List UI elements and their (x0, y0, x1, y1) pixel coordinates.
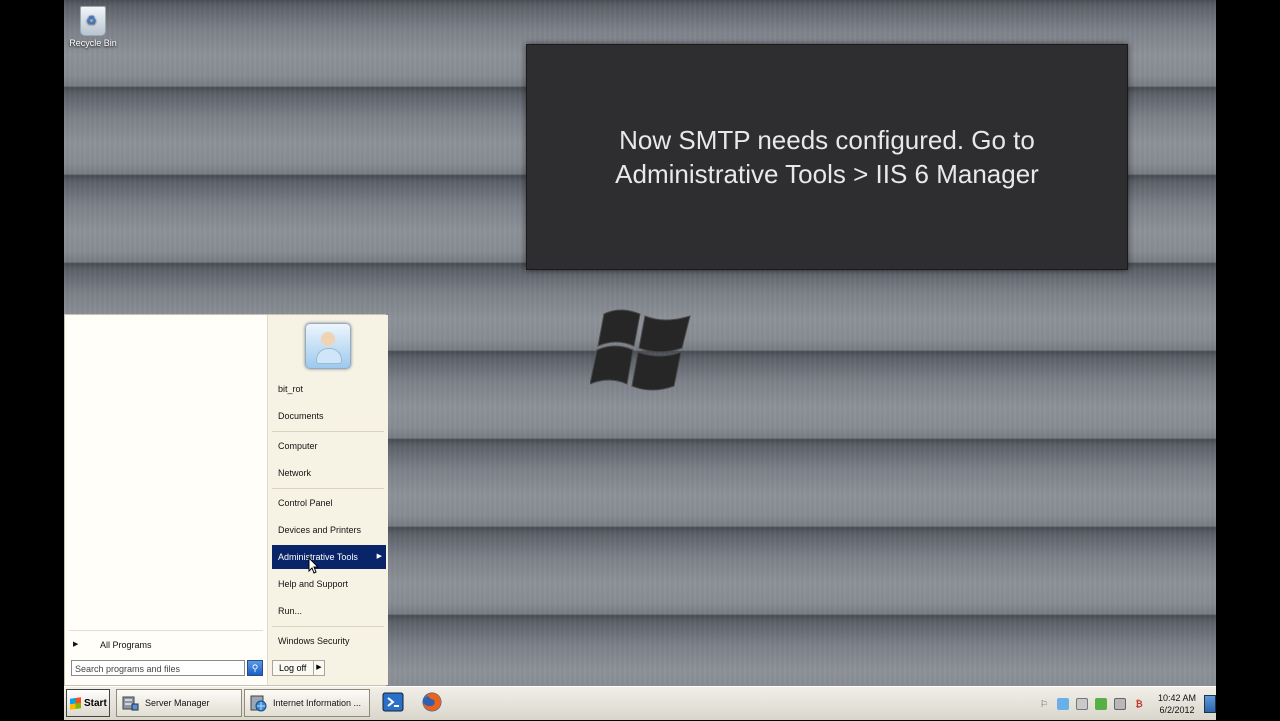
firefox-icon[interactable] (421, 691, 443, 713)
menu-divider (272, 488, 384, 489)
caption-line-2: Administrative Tools > IIS 6 Manager (615, 159, 1039, 189)
user-avatar[interactable] (305, 323, 351, 369)
submenu-arrow-icon: ▶ (376, 553, 382, 560)
programs-divider (69, 630, 263, 631)
recycle-bin-shortcut[interactable]: Recycle Bin (64, 4, 122, 48)
expand-arrow-icon: ▶ (73, 641, 79, 648)
mouse-cursor-icon (308, 557, 320, 574)
system-clock[interactable]: 10:42 AM 6/2/2012 (1156, 692, 1198, 716)
menu-item-user[interactable]: bit_rot (272, 377, 386, 401)
start-label: Start (84, 698, 107, 709)
all-programs-button[interactable]: ▶ All Programs (71, 635, 261, 655)
tray-network-icon[interactable] (1095, 698, 1107, 710)
recycle-bin-icon (80, 6, 106, 36)
windows-flag-icon (70, 697, 81, 710)
menu-divider (272, 626, 384, 627)
tray-update-icon[interactable] (1076, 698, 1088, 710)
menu-item-administrative-tools[interactable]: Administrative Tools ▶ (272, 545, 386, 569)
tray-app-icon[interactable] (1057, 698, 1069, 710)
windows-logo-icon (590, 309, 691, 391)
menu-item-run[interactable]: Run... (272, 599, 386, 623)
taskbar-button-iis[interactable]: Internet Information ... (244, 689, 370, 717)
menu-divider (272, 431, 384, 432)
menu-item-windows-security[interactable]: Windows Security (272, 629, 386, 653)
menu-item-help-support[interactable]: Help and Support (272, 572, 386, 596)
taskbar-button-server-manager[interactable]: Server Manager (116, 689, 242, 717)
caption-line-1: Now SMTP needs configured. Go to (619, 125, 1035, 155)
tray-security-icon[interactable]: ₿ (1133, 698, 1145, 710)
menu-item-devices-printers[interactable]: Devices and Printers (272, 518, 386, 542)
task-label: Server Manager (145, 698, 210, 708)
start-menu: bit_rot Documents Computer Network Contr… (64, 314, 388, 686)
notification-area: ⚐ ₿ 10:42 AM 6/2/2012 (1030, 687, 1216, 721)
iis-icon (250, 695, 267, 712)
clock-date: 6/2/2012 (1159, 705, 1195, 715)
powershell-icon[interactable] (382, 691, 404, 713)
tray-device-icon[interactable] (1114, 698, 1126, 710)
search-input[interactable]: Search programs and files (71, 660, 245, 676)
clock-time: 10:42 AM (1157, 693, 1197, 703)
task-label: Internet Information ... (273, 698, 362, 708)
taskbar: Start Server Manager Internet Informatio… (64, 686, 1216, 720)
action-center-flag-icon[interactable]: ⚐ (1038, 698, 1050, 710)
all-programs-label: All Programs (100, 640, 152, 650)
server-manager-icon (122, 696, 139, 711)
shutdown-options-arrow-icon[interactable]: ▶ (313, 660, 325, 676)
menu-item-documents[interactable]: Documents (272, 404, 386, 428)
menu-item-network[interactable]: Network (272, 461, 386, 485)
search-icon[interactable]: ⚲ (247, 660, 263, 676)
start-button[interactable]: Start (66, 689, 110, 717)
menu-item-control-panel[interactable]: Control Panel (272, 491, 386, 515)
recycle-bin-label: Recycle Bin (69, 38, 117, 48)
tutorial-caption: Now SMTP needs configured. Go to Adminis… (526, 44, 1128, 270)
menu-item-computer[interactable]: Computer (272, 434, 386, 458)
show-desktop-button[interactable] (1204, 695, 1216, 713)
